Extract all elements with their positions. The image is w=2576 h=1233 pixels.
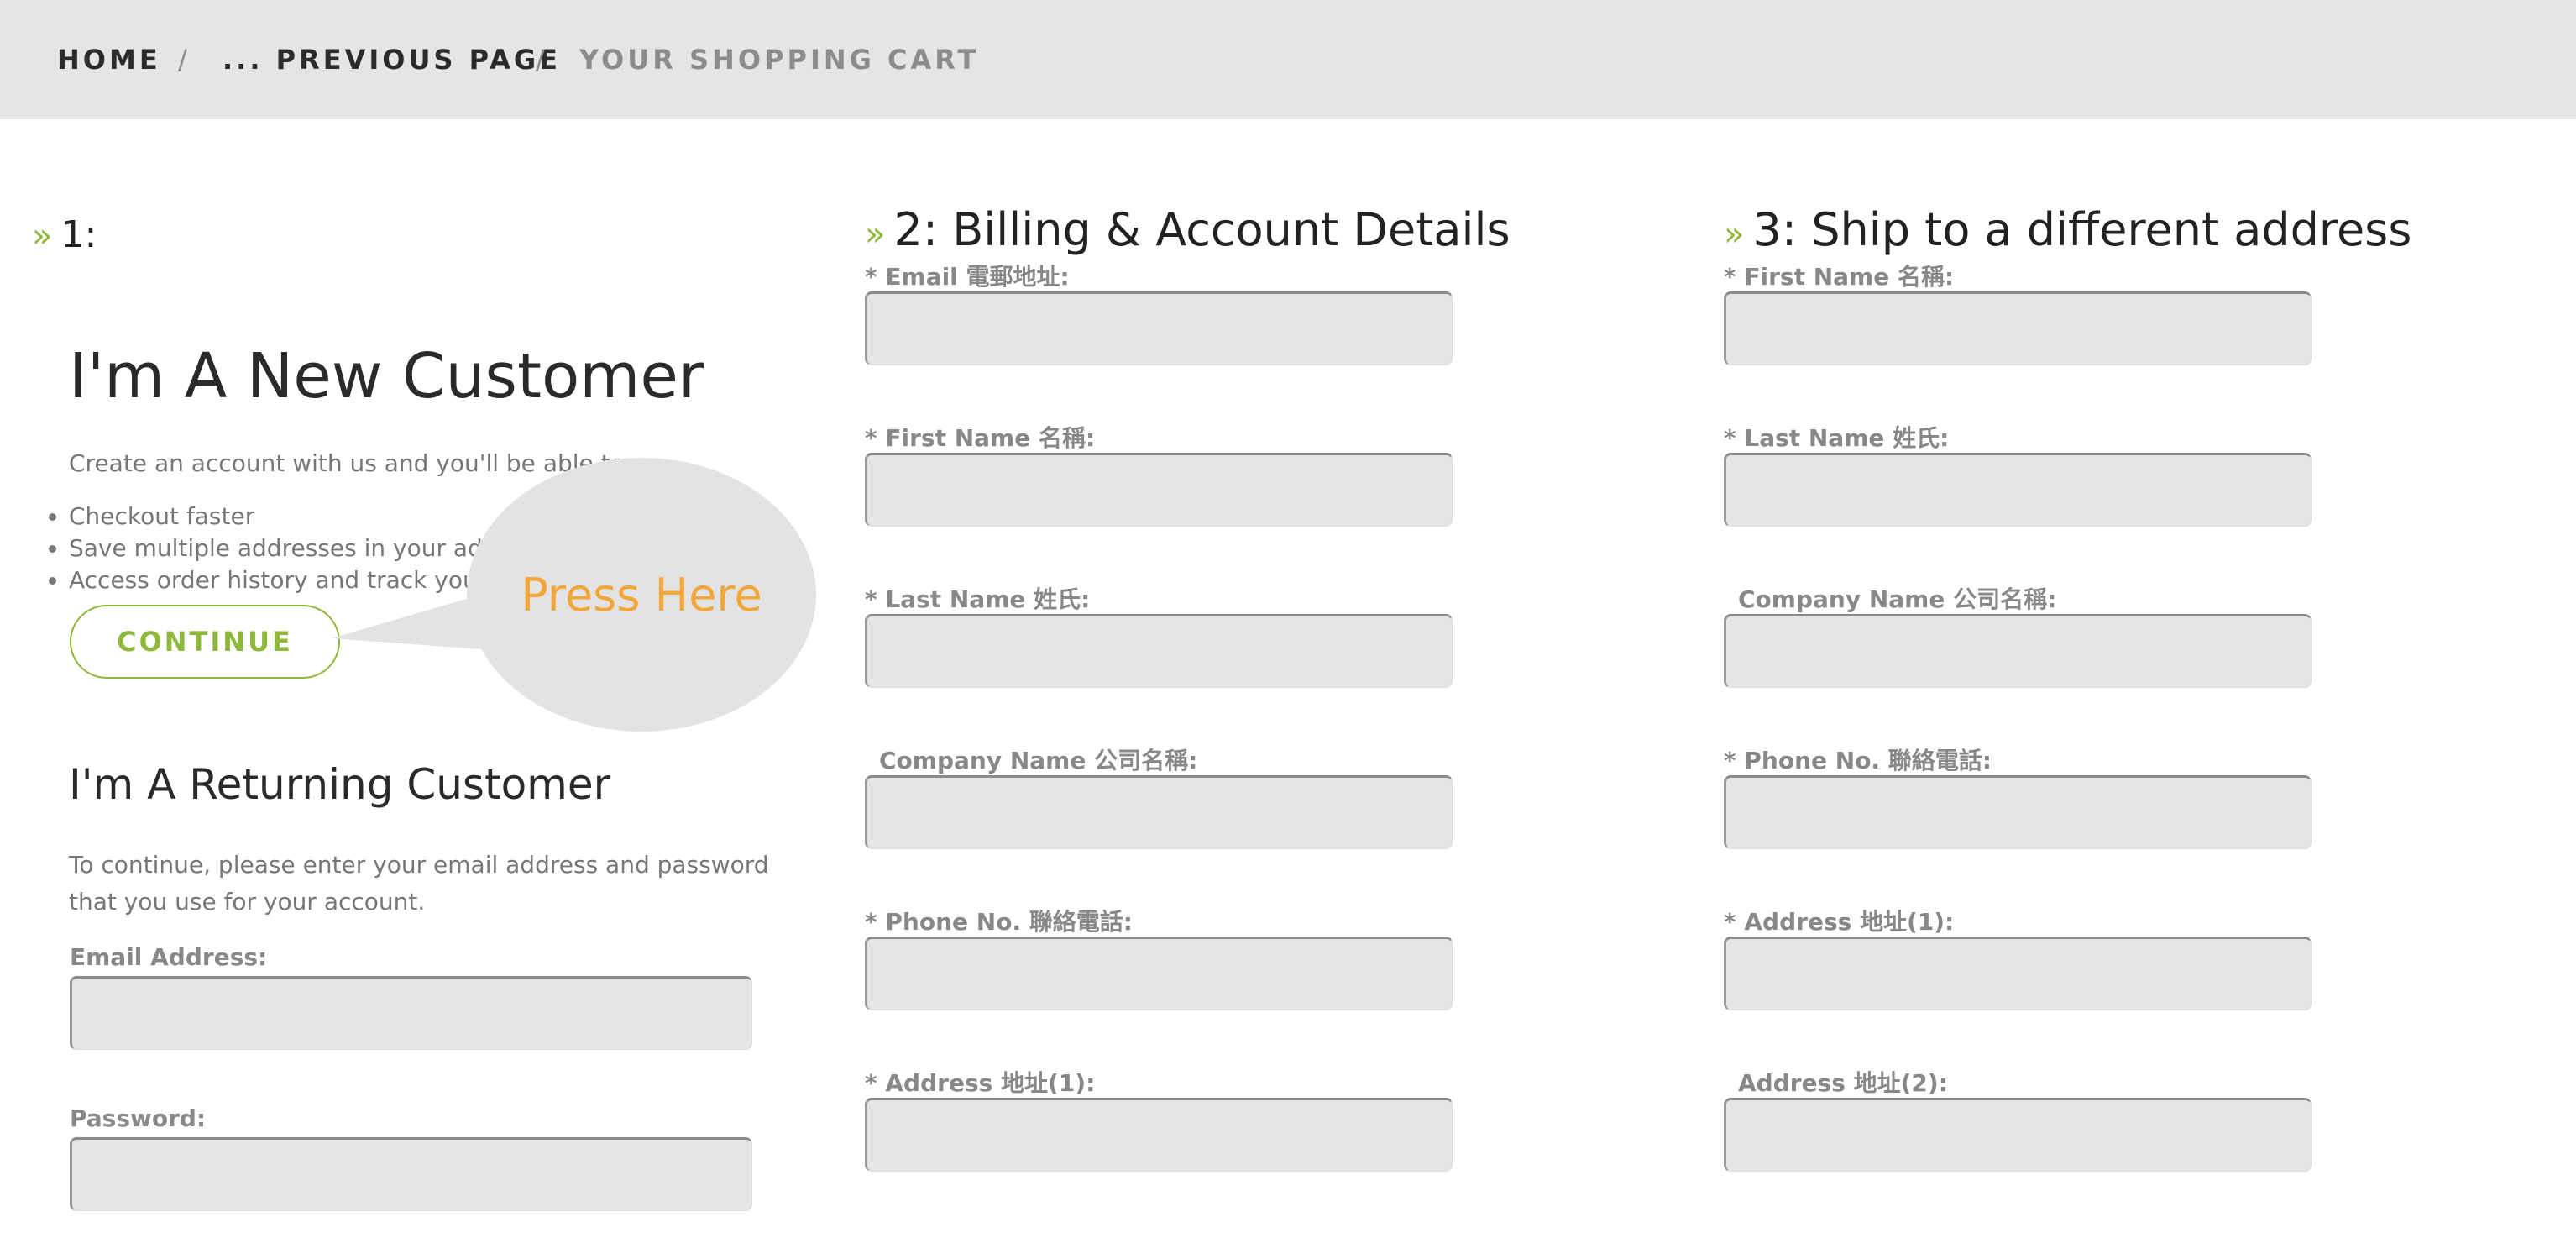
billing-first-name-label: * First Name 名稱:: [865, 424, 1096, 452]
email-address-label: Email Address:: [70, 943, 268, 971]
shipping-phone-label: * Phone No. 聯絡電話:: [1724, 747, 1992, 774]
returning-customer-title: I'm A Returning Customer: [69, 760, 611, 809]
billing-phone-label: * Phone No. 聯絡電話:: [865, 908, 1134, 936]
password-label: Password:: [70, 1104, 207, 1132]
shipping-address2-label: Address 地址(2):: [1738, 1069, 1948, 1097]
billing-company-input[interactable]: [865, 775, 1453, 849]
double-chevron-icon: »: [1724, 215, 1745, 254]
shipping-last-name-label: * Last Name 姓氏:: [1724, 424, 1950, 452]
step-3-title: 3: Ship to a different address: [1752, 203, 2412, 256]
billing-last-name-input[interactable]: [865, 614, 1453, 688]
billing-last-name-label: * Last Name 姓氏:: [865, 585, 1091, 613]
billing-first-name-input[interactable]: [865, 453, 1453, 527]
double-chevron-icon: »: [865, 215, 886, 254]
billing-address1-label: * Address 地址(1):: [865, 1069, 1096, 1097]
press-here-bubble: Press Here: [467, 458, 816, 732]
bubble-text: Press Here: [521, 568, 762, 622]
step-2-title: 2: Billing & Account Details: [893, 203, 1511, 256]
shipping-company-label: Company Name 公司名稱:: [1738, 585, 2057, 613]
password-input[interactable]: [70, 1137, 752, 1211]
billing-phone-input[interactable]: [865, 937, 1453, 1010]
step-3-heading: » 3: Ship to a different address: [1724, 203, 2411, 256]
billing-email-input[interactable]: [865, 291, 1453, 365]
returning-text-line1: To continue, please enter your email add…: [69, 851, 769, 879]
shipping-first-name-label: * First Name 名稱:: [1724, 263, 1955, 291]
shipping-address2-input[interactable]: [1724, 1098, 2312, 1172]
step-2-heading: » 2: Billing & Account Details: [865, 203, 1511, 256]
breadcrumb-current: YOUR SHOPPING CART: [579, 44, 980, 76]
billing-email-label: * Email 電郵地址:: [865, 263, 1070, 291]
billing-company-label: Company Name 公司名稱:: [879, 747, 1198, 774]
email-address-input[interactable]: [70, 976, 752, 1050]
shipping-last-name-input[interactable]: [1724, 453, 2312, 527]
shipping-first-name-input[interactable]: [1724, 291, 2312, 365]
shipping-company-input[interactable]: [1724, 614, 2312, 688]
billing-address1-input[interactable]: [865, 1098, 1453, 1172]
returning-text-line2: that you use for your account.: [69, 888, 426, 916]
shipping-address1-label: * Address 地址(1):: [1724, 908, 1955, 936]
shipping-phone-input[interactable]: [1724, 775, 2312, 849]
shipping-address1-input[interactable]: [1724, 937, 2312, 1010]
